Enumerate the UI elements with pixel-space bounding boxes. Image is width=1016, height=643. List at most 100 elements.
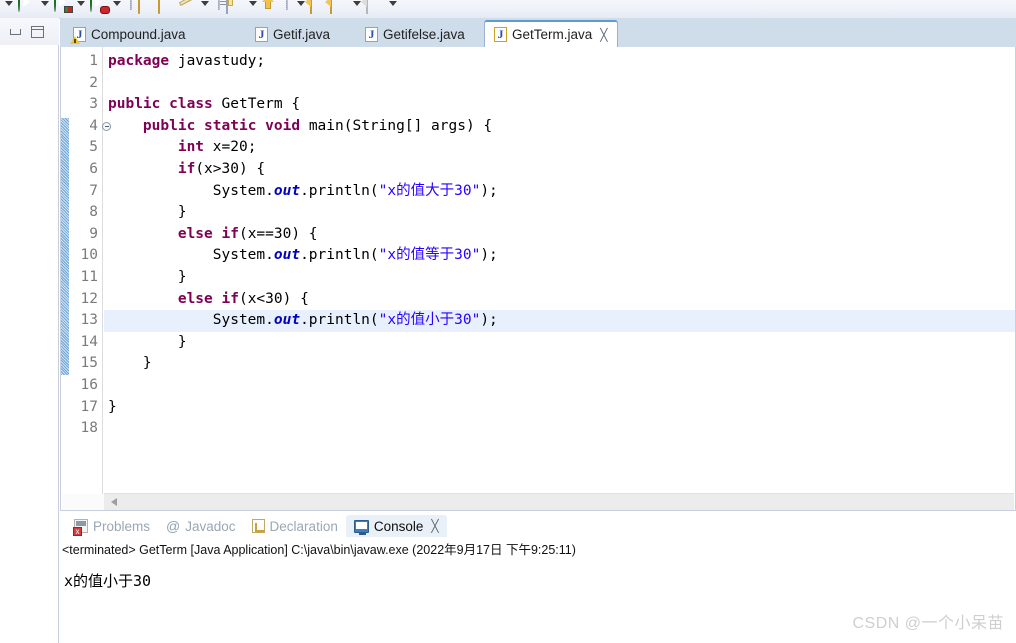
- maximize-icon[interactable]: [31, 25, 44, 38]
- line-number: 6: [89, 161, 98, 177]
- problems-icon: [73, 519, 88, 536]
- editor-tab-compound-java[interactable]: Compound.java: [64, 21, 195, 47]
- console-tab-javadoc[interactable]: @ Javadoc: [158, 515, 244, 537]
- task-dropdown-arrow-icon[interactable]: [249, 0, 257, 6]
- editor-body[interactable]: 1 2 3 4 5 6 7 8 9 10 11 12 13 14 15 16 17 18 package java…: [60, 47, 1016, 511]
- scrollbar-corner: [62, 494, 104, 510]
- code-line[interactable]: System.out.println("x的值等于30");: [104, 245, 1015, 267]
- new-folder-button-icon[interactable]: [158, 0, 176, 14]
- line-number-gutter: 1 2 3 4 5 6 7 8 9 10 11 12 13 14 15 16 17 18: [69, 47, 111, 509]
- line-number: 14: [80, 333, 98, 350]
- console-tab-console[interactable]: Console ╳: [345, 515, 447, 537]
- code-line[interactable]: [104, 375, 1015, 397]
- left-pane-header: [0, 18, 59, 45]
- run-dropdown-arrow-3-icon[interactable]: [77, 0, 85, 6]
- line-number: 4: [89, 117, 98, 134]
- console-tab-label: Declaration: [269, 518, 338, 534]
- toolbar-items: [0, 0, 400, 16]
- editor-tab-bar: Compound.java Getif.java Getifelse.java Get…: [60, 18, 1016, 47]
- editor-tab-label: GetTerm.java: [512, 27, 593, 42]
- csdn-watermark: CSDN @一个小呆苗: [852, 615, 1004, 632]
- minimize-icon[interactable]: [10, 28, 21, 35]
- code-line[interactable]: }: [104, 332, 1015, 354]
- toolbar-separator-2: [218, 0, 220, 10]
- editor-window: Compound.java Getif.java Getifelse.java Get…: [60, 18, 1016, 511]
- code-line[interactable]: if(x>30) {: [104, 159, 1015, 181]
- java-file-icon: [70, 26, 86, 44]
- edit-button-icon[interactable]: [178, 0, 196, 12]
- forward-button-icon[interactable]: [330, 0, 348, 14]
- run-button-icon[interactable]: [18, 0, 36, 12]
- eclipse-ide-window: Compound.java Getif.java Getifelse.java Get…: [0, 0, 1016, 643]
- console-tab-problems[interactable]: Problems: [66, 515, 158, 537]
- line-number: 11: [80, 269, 98, 285]
- edit-dropdown-arrow-icon[interactable]: [201, 0, 209, 6]
- next-dropdown-arrow-icon[interactable]: [389, 0, 397, 6]
- code-line[interactable]: package javastudy;: [104, 51, 1015, 73]
- code-line[interactable]: public class GetTerm {: [104, 94, 1015, 116]
- previous-annotation-button-icon[interactable]: [262, 0, 280, 12]
- line-number: 3: [89, 96, 98, 113]
- run-dropdown-arrow-2-icon[interactable]: [41, 0, 49, 6]
- console-tab-label: Javadoc: [185, 518, 236, 534]
- line-number: 2: [89, 74, 98, 91]
- forward-dropdown-arrow-icon[interactable]: [353, 0, 361, 6]
- editor-tab-label: Compound.java: [91, 26, 186, 42]
- java-file-icon: [494, 27, 507, 42]
- toolbar-separator-1: [130, 0, 132, 10]
- console-tab-bar: Problems @Javadoc Declaration Console ╳: [60, 514, 1016, 538]
- code-line[interactable]: }: [104, 353, 1015, 375]
- code-text-area[interactable]: package javastudy; public class GetTerm {…: [104, 47, 1015, 509]
- java-file-icon: [255, 26, 268, 42]
- line-number: 12: [80, 290, 98, 307]
- console-tab-label: Console: [373, 518, 424, 534]
- line-number: 17: [80, 398, 98, 415]
- run-dropdown-arrow-icon[interactable]: [5, 0, 13, 6]
- console-tab-label: Problems: [93, 518, 151, 534]
- line-number: 7: [89, 182, 98, 199]
- console-icon: [353, 519, 369, 535]
- editor-tab-getif-java[interactable]: Getif.java: [246, 21, 339, 47]
- close-icon[interactable]: ╳: [431, 519, 438, 533]
- line-number: 15: [80, 355, 98, 372]
- code-line[interactable]: System.out.println("x的值小于30");: [104, 310, 1015, 332]
- java-file-icon: [365, 26, 378, 42]
- debug-dropdown-arrow-icon[interactable]: [113, 0, 121, 6]
- line-number: 16: [80, 377, 98, 393]
- code-line[interactable]: else if(x==30) {: [104, 224, 1015, 246]
- line-number: 9: [89, 225, 98, 242]
- line-number: 18: [80, 420, 98, 437]
- debug-button-icon[interactable]: [90, 0, 110, 14]
- left-side-pane: [0, 18, 59, 643]
- line-number: 13: [80, 312, 98, 329]
- main-toolbar: [0, 0, 1016, 19]
- code-line[interactable]: public static void main(String[] args) {: [104, 116, 1015, 138]
- code-line[interactable]: [104, 73, 1015, 95]
- line-number: 5: [89, 139, 98, 156]
- code-line[interactable]: }: [104, 397, 1015, 419]
- editor-tab-getterm-java[interactable]: GetTerm.java ╳: [484, 20, 618, 47]
- line-number: 8: [89, 204, 98, 221]
- editor-tab-getifelse-java[interactable]: Getifelse.java: [356, 21, 474, 47]
- code-line[interactable]: System.out.println("x的值大于30");: [104, 181, 1015, 203]
- task-list-button-icon[interactable]: [226, 0, 244, 14]
- warning-badge-icon: [70, 35, 80, 44]
- code-line[interactable]: }: [104, 202, 1015, 224]
- declaration-icon: [251, 519, 265, 533]
- open-folder-button-icon[interactable]: [138, 0, 156, 14]
- run-configurations-button-icon[interactable]: [54, 0, 73, 13]
- line-number: 1: [89, 53, 98, 69]
- next-button-icon[interactable]: [366, 0, 384, 14]
- code-line[interactable]: [104, 418, 1015, 440]
- code-line[interactable]: int x=20;: [104, 137, 1015, 159]
- code-line[interactable]: }: [104, 267, 1015, 289]
- code-line[interactable]: else if(x<30) {: [104, 289, 1015, 311]
- scroll-left-arrow-icon[interactable]: [111, 498, 117, 506]
- close-icon[interactable]: ╳: [600, 29, 607, 41]
- console-status-line: <terminated> GetTerm [Java Application] …: [62, 543, 576, 557]
- back-dropdown-arrow-icon[interactable]: [297, 0, 305, 6]
- console-tab-declaration[interactable]: Declaration: [244, 515, 346, 537]
- editor-tab-label: Getif.java: [273, 26, 331, 42]
- javadoc-icon: @: [166, 518, 181, 534]
- horizontal-scrollbar[interactable]: [104, 493, 1014, 510]
